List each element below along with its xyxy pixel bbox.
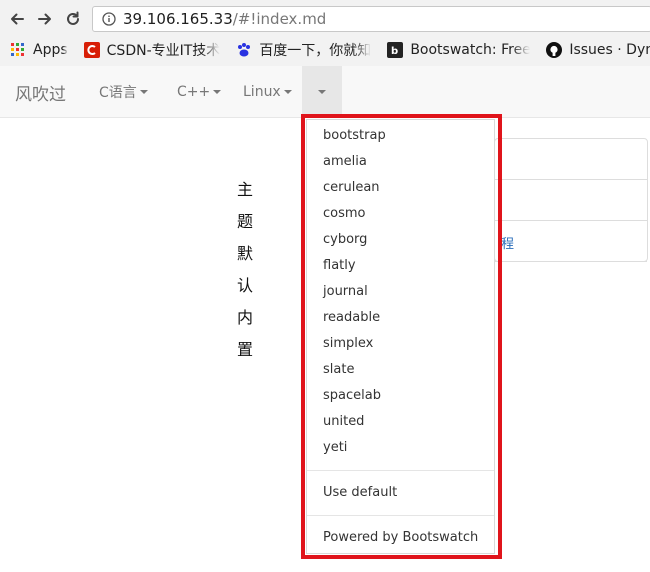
bookmark-label: Apps — [33, 42, 68, 58]
svg-text:b: b — [391, 46, 398, 57]
url-path: /#!index.md — [232, 10, 327, 28]
back-arrow-icon — [11, 13, 24, 25]
powered-by-bootswatch-link[interactable]: Powered by Bootswatch — [323, 530, 478, 545]
list-item[interactable] — [495, 221, 647, 262]
side-list-panel: 程 — [494, 138, 648, 262]
reload-icon — [67, 11, 79, 25]
nav-item-cpp[interactable]: C++ — [177, 66, 222, 117]
caret-down-icon — [283, 89, 292, 94]
vertical-heading: 主 题 默 认 内 置 — [237, 174, 257, 366]
info-icon[interactable] — [101, 11, 117, 27]
baidu-paw-icon — [236, 42, 252, 58]
github-logo-icon — [546, 42, 563, 58]
address-bar[interactable]: 39.106.165.33/#!index.md — [92, 6, 650, 32]
bookmark-bootswatch[interactable]: b Bootswatch: Free — [387, 42, 530, 58]
bookmark-baidu[interactable]: 百度一下，你就知 — [236, 40, 371, 60]
theme-item-cosmo[interactable]: cosmo — [323, 206, 366, 221]
back-button[interactable] — [6, 8, 28, 30]
theme-item-spacelab[interactable]: spacelab — [323, 388, 381, 403]
vertical-char: 置 — [237, 340, 254, 359]
csdn-logo-icon — [83, 42, 100, 58]
browser-chrome: 39.106.165.33/#!index.md Apps CSDN-专业IT技… — [0, 0, 650, 67]
bookmark-apps[interactable]: Apps — [10, 42, 68, 58]
bootswatch-logo-icon: b — [387, 42, 404, 58]
vertical-char: 主 — [237, 180, 254, 199]
use-default-item[interactable]: Use default — [323, 485, 397, 500]
bookmark-github[interactable]: Issues · Dynalon — [546, 42, 650, 58]
bookmark-label: Issues · Dynalon — [569, 42, 650, 58]
site-navbar: 风吹过 C语言 C++ Linux — [0, 66, 650, 118]
list-item[interactable] — [495, 139, 647, 180]
dropdown-divider — [307, 470, 494, 471]
theme-dropdown-menu: bootstrap amelia cerulean cosmo cyborg f… — [306, 119, 495, 554]
nav-item-c[interactable]: C语言 — [99, 66, 148, 117]
caret-down-icon — [318, 89, 326, 94]
nav-item-label: C++ — [177, 83, 211, 100]
bookmark-label: Bootswatch: Free — [410, 42, 531, 58]
theme-item-slate[interactable]: slate — [323, 362, 354, 377]
bookmark-csdn[interactable]: CSDN-专业IT技术 — [83, 40, 221, 60]
nav-item-label: Linux — [243, 83, 281, 100]
theme-item-bootstrap[interactable]: bootstrap — [323, 128, 386, 143]
vertical-char: 内 — [237, 308, 254, 327]
forward-arrow-icon — [38, 13, 51, 25]
theme-item-united[interactable]: united — [323, 414, 364, 429]
theme-item-cerulean[interactable]: cerulean — [323, 180, 380, 195]
theme-item-simplex[interactable]: simplex — [323, 336, 373, 351]
forward-button[interactable] — [34, 8, 56, 30]
nav-item-linux[interactable]: Linux — [243, 66, 292, 117]
theme-item-flatly[interactable]: flatly — [323, 258, 356, 273]
theme-item-readable[interactable]: readable — [323, 310, 380, 325]
theme-dropdown-toggle[interactable] — [302, 66, 342, 117]
reload-button[interactable] — [62, 8, 84, 30]
list-item[interactable] — [495, 180, 647, 221]
panel-link[interactable]: 程 — [501, 233, 514, 252]
navbar-brand[interactable]: 风吹过 — [15, 80, 66, 105]
theme-item-yeti[interactable]: yeti — [323, 440, 347, 455]
apps-grid-icon — [10, 42, 26, 58]
theme-item-cyborg[interactable]: cyborg — [323, 232, 367, 247]
theme-item-amelia[interactable]: amelia — [323, 154, 367, 169]
bookmark-label: 百度一下，你就知 — [259, 43, 372, 59]
bookmark-label: CSDN-专业IT技术 — [106, 43, 221, 59]
bookmarks-bar: Apps CSDN-专业IT技术 百度一下，你就知 b Bootswatch: … — [0, 36, 650, 64]
caret-down-icon — [213, 89, 222, 94]
url-text: 39.106.165.33/#!index.md — [123, 10, 326, 28]
nav-item-label: C语言 — [99, 84, 137, 101]
vertical-char: 默 — [237, 244, 254, 263]
theme-item-journal[interactable]: journal — [323, 284, 368, 299]
caret-down-icon — [139, 89, 148, 94]
vertical-char: 认 — [237, 276, 254, 295]
dropdown-divider — [307, 515, 494, 516]
url-host: 39.106.165.33 — [123, 10, 233, 28]
vertical-char: 题 — [237, 212, 254, 231]
